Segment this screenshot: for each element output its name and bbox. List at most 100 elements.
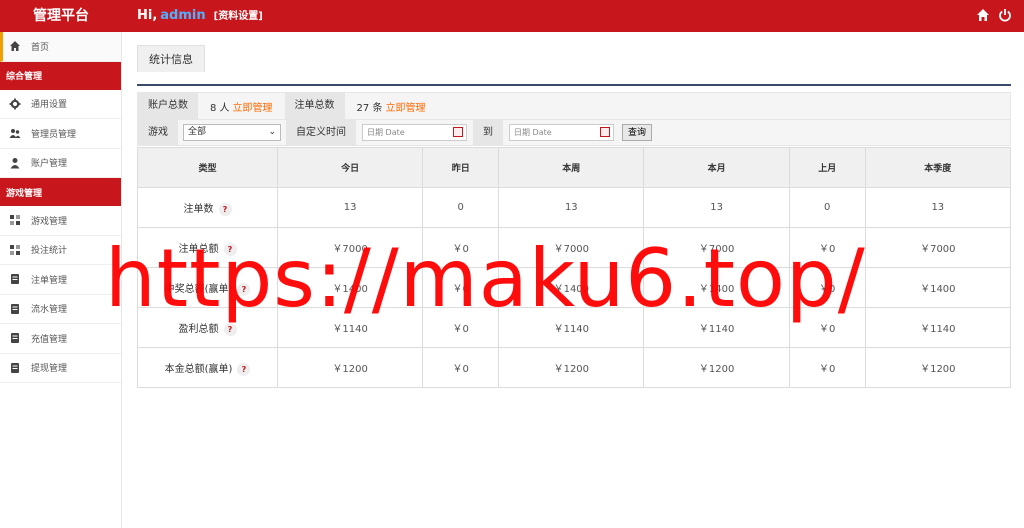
table-row: 中奖总额(赢单)? ￥1400 ￥0 ￥1400 ￥1400 ￥0 ￥1400 [137, 267, 1012, 308]
table-cell: ￥1200 [864, 347, 1012, 388]
help-icon[interactable]: ? [237, 282, 251, 296]
table-row: 注单数? 13 0 13 13 0 13 [137, 187, 1012, 228]
chevron-down-icon: ⌄ [268, 127, 276, 137]
sidebar-item-label: 游戏管理 [31, 216, 68, 227]
table-row: 盈利总额? ￥1140 ￥0 ￥1140 ￥1140 ￥0 ￥1140 [137, 307, 1012, 348]
help-icon[interactable]: ? [223, 322, 237, 336]
table-cell: ￥0 [788, 347, 866, 388]
table-cell: ￥7000 [643, 227, 790, 268]
table-cell: 13 [276, 187, 424, 228]
sidebar-item-order-management[interactable]: 注单管理 [0, 265, 121, 295]
document-icon [9, 332, 21, 344]
tab-bar: 统计信息 [137, 45, 1011, 86]
power-icon[interactable] [998, 8, 1012, 22]
table-cell: 13 [643, 187, 790, 228]
sidebar-group-general[interactable]: 综合管理 [0, 61, 121, 90]
sidebar-item-label: 首页 [31, 42, 50, 53]
table-cell: ￥1400 [276, 267, 424, 308]
table-cell: ￥1400 [643, 267, 790, 308]
statistics-table: 类型 今日 昨日 本周 本月 上月 本季度 注单数? 13 0 13 13 0 … [137, 147, 1012, 388]
document-icon [9, 362, 21, 374]
accounts-total-value: 8 人立即管理 [198, 99, 285, 114]
row-type-label: 中奖总额(赢单) [164, 283, 233, 295]
row-type-label: 注单总额 [178, 243, 219, 255]
game-filter-label: 游戏 [138, 119, 178, 146]
sidebar-item-label: 注单管理 [31, 275, 68, 286]
table-cell: ￥0 [788, 227, 866, 268]
to-label: 到 [473, 119, 503, 146]
tab-statistics[interactable]: 统计信息 [137, 45, 205, 72]
manage-orders-link[interactable]: 立即管理 [385, 103, 425, 114]
sidebar-item-recharge-management[interactable]: 充值管理 [0, 324, 121, 354]
column-header: 本季度 [864, 147, 1012, 188]
table-cell: ￥0 [422, 267, 500, 308]
sidebar-item-label: 提现管理 [31, 364, 68, 375]
users-icon [9, 127, 21, 139]
column-header: 本周 [498, 147, 645, 188]
date-from-placeholder: 日期 Date [367, 128, 405, 137]
greeting: Hi, admin [资料设置] [137, 0, 263, 32]
date-to-input[interactable]: 日期 Date [509, 124, 614, 141]
column-header: 类型 [137, 147, 278, 188]
sidebar-item-label: 流水管理 [31, 305, 68, 316]
table-cell: ￥1400 [498, 267, 645, 308]
sidebar-group-game[interactable]: 游戏管理 [0, 178, 121, 206]
row-type-cell: 注单数? [137, 187, 278, 228]
date-from-input[interactable]: 日期 Date [362, 124, 467, 141]
table-cell: ￥7000 [498, 227, 645, 268]
accounts-total-label: 账户总数 [138, 92, 198, 120]
top-bar: 管理平台 Hi, admin [资料设置] [0, 0, 1024, 32]
home-icon [9, 40, 21, 52]
grid-icon [9, 214, 21, 226]
table-cell: 13 [864, 187, 1012, 228]
table-cell: ￥1400 [864, 267, 1012, 308]
table-cell: ￥0 [422, 307, 500, 348]
sidebar-item-flow-management[interactable]: 流水管理 [0, 295, 121, 324]
help-icon[interactable]: ? [218, 202, 232, 216]
table-row: 注单总额? ￥7000 ￥0 ￥7000 ￥7000 ￥0 ￥7000 [137, 227, 1012, 268]
table-cell: 0 [422, 187, 500, 228]
sidebar-item-account-management[interactable]: 账户管理 [0, 149, 121, 178]
profile-settings-link[interactable]: [资料设置] [214, 11, 263, 22]
row-type-cell: 注单总额? [137, 227, 278, 268]
table-cell: ￥7000 [864, 227, 1012, 268]
grid-icon [9, 244, 21, 256]
sidebar-item-label: 管理员管理 [31, 129, 77, 140]
sidebar-item-game-management[interactable]: 游戏管理 [0, 206, 121, 236]
manage-accounts-link[interactable]: 立即管理 [233, 103, 273, 114]
sidebar-item-label: 通用设置 [31, 100, 68, 111]
column-header: 上月 [788, 147, 866, 188]
table-cell: ￥0 [422, 347, 500, 388]
table-cell: ￥1140 [864, 307, 1012, 348]
table-cell: ￥0 [422, 227, 500, 268]
table-cell: ￥7000 [276, 227, 424, 268]
brand-title: 管理平台 [33, 8, 89, 24]
table-cell: ￥0 [788, 307, 866, 348]
sidebar-item-admin-management[interactable]: 管理员管理 [0, 119, 121, 149]
table-cell: ￥1200 [643, 347, 790, 388]
sidebar-item-withdraw-management[interactable]: 提现管理 [0, 354, 121, 383]
home-icon[interactable] [976, 8, 990, 22]
query-button[interactable]: 查询 [622, 124, 653, 141]
table-cell: 0 [788, 187, 866, 228]
date-to-placeholder: 日期 Date [514, 128, 552, 137]
summary-row: 账户总数 8 人立即管理 注单总数 27 条立即管理 [137, 92, 1011, 120]
sidebar-item-home[interactable]: 首页 [0, 32, 121, 62]
calendar-icon[interactable] [453, 127, 463, 137]
sidebar-item-general-settings[interactable]: 通用设置 [0, 90, 121, 119]
filter-row: 游戏 全部 ⌄ 自定义时间 日期 Date 到 日期 Date 查询 [137, 119, 1011, 146]
game-select[interactable]: 全部 ⌄ [183, 124, 281, 141]
game-select-value: 全部 [188, 127, 207, 137]
gear-icon [9, 98, 21, 110]
table-row: 本金总额(赢单)? ￥1200 ￥0 ￥1200 ￥1200 ￥0 ￥1200 [137, 347, 1012, 388]
table-cell: ￥0 [788, 267, 866, 308]
table-cell: ￥1140 [643, 307, 790, 348]
row-type-label: 注单数 [183, 203, 214, 215]
help-icon[interactable]: ? [223, 242, 237, 256]
calendar-icon[interactable] [600, 127, 610, 137]
orders-total-count: 27 条 [356, 102, 383, 114]
orders-total-value: 27 条立即管理 [345, 99, 438, 114]
row-type-label: 本金总额(赢单) [164, 363, 233, 375]
help-icon[interactable]: ? [237, 362, 251, 376]
sidebar-item-bet-statistics[interactable]: 投注统计 [0, 236, 121, 265]
